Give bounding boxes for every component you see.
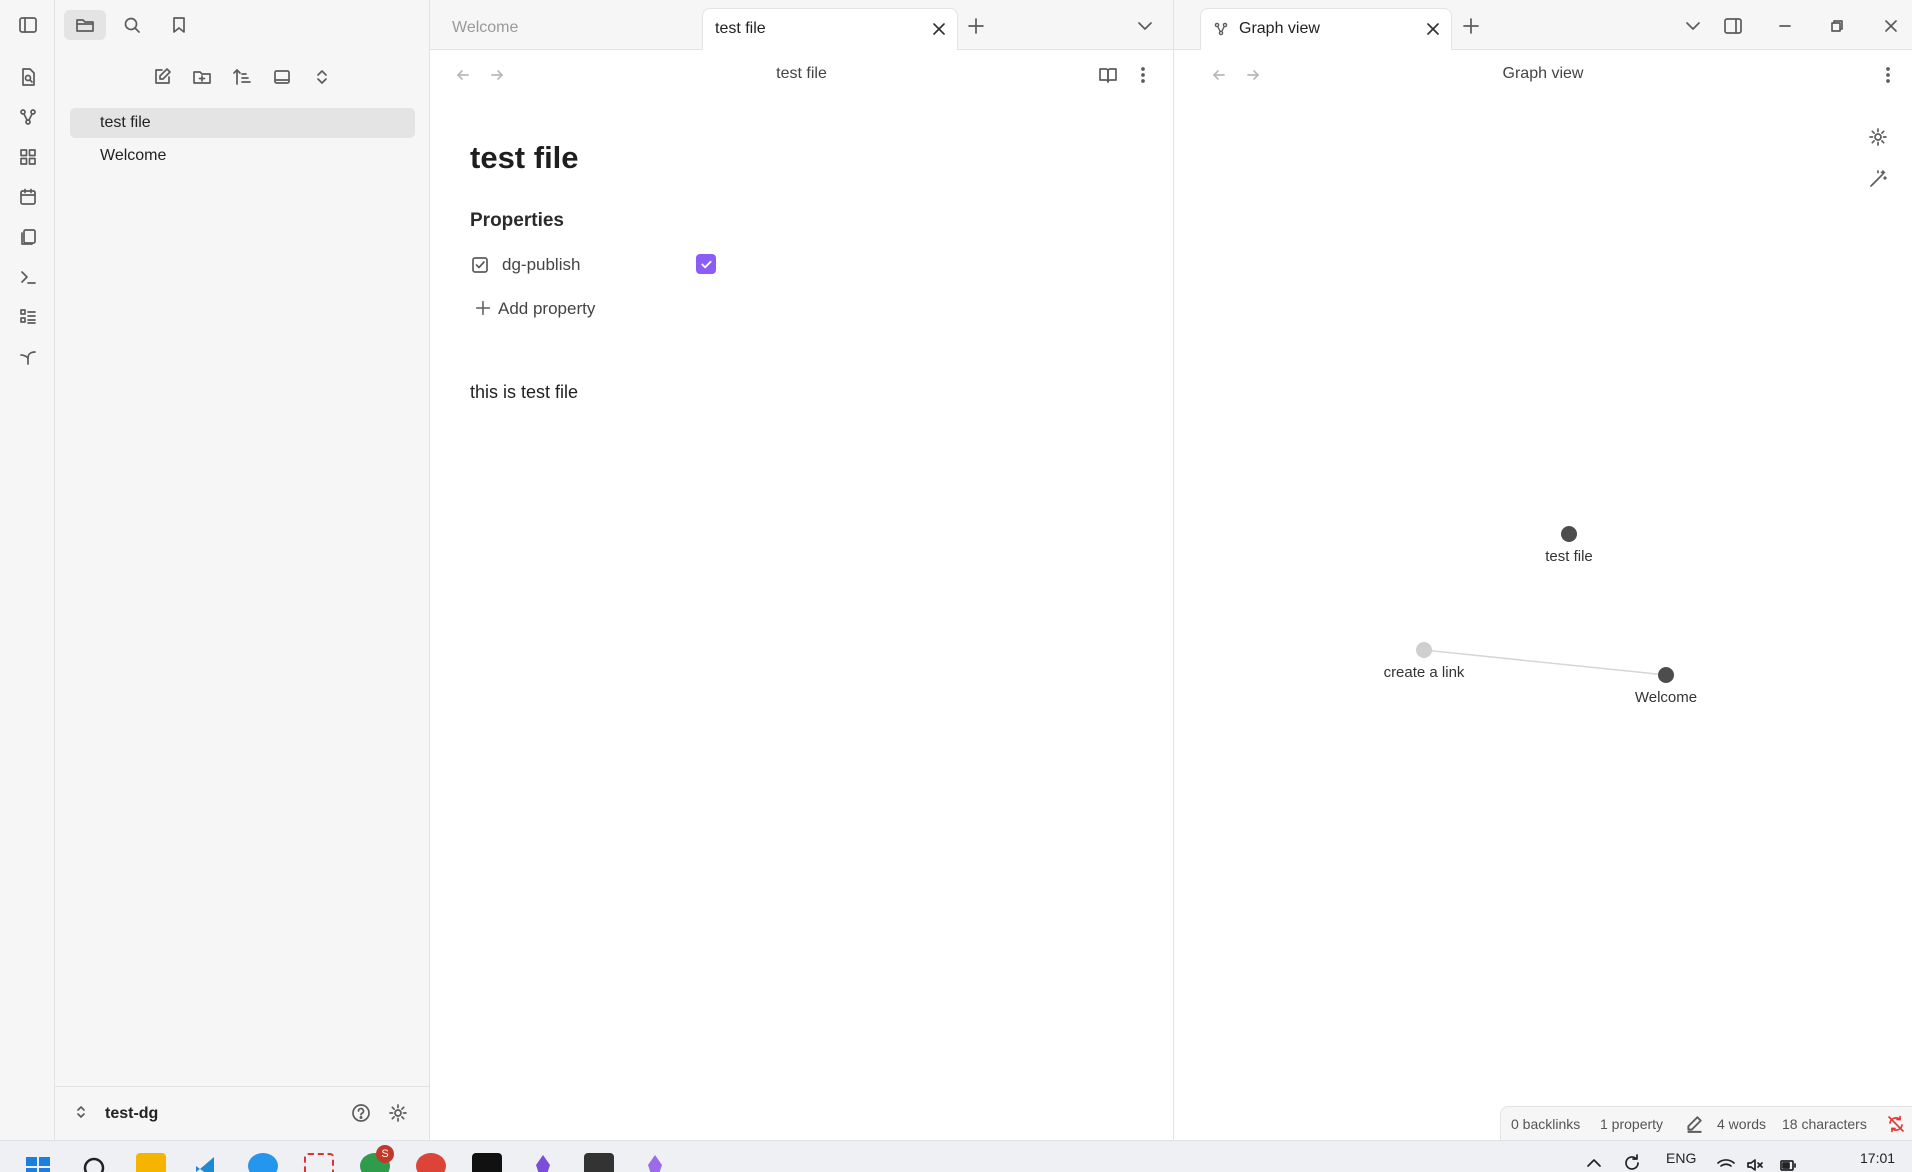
sync-error-icon[interactable] <box>1887 1115 1905 1133</box>
wifi-icon[interactable] <box>1716 1155 1736 1172</box>
show-hidden-icons-chevron-up-icon[interactable] <box>1584 1153 1604 1172</box>
bookmarks-icon[interactable] <box>158 10 200 40</box>
bases-list-icon[interactable] <box>15 304 41 330</box>
graph-view-icon[interactable] <box>15 104 41 130</box>
files-tab-folder-icon[interactable] <box>64 10 106 40</box>
tab-list-chevron-down-icon[interactable] <box>1134 15 1156 37</box>
terminal-taskbar-icon[interactable] <box>472 1153 502 1172</box>
properties-heading[interactable]: Properties <box>470 210 564 232</box>
console-taskbar-icon[interactable] <box>584 1153 614 1172</box>
graph-view-header: Graph view <box>1174 50 1912 98</box>
windows-start-icon[interactable] <box>25 1156 51 1172</box>
reading-mode-book-icon[interactable] <box>1097 64 1119 86</box>
graph-tab-icon <box>1213 21 1229 37</box>
graph-tab-bar: Graph view <box>1174 0 1912 50</box>
property-key[interactable]: dg-publish <box>502 255 580 275</box>
editor-view-header: test file <box>430 50 1173 98</box>
close-window-icon[interactable] <box>1880 15 1902 37</box>
view-header-title[interactable]: test file <box>430 65 1173 83</box>
new-tab-plus-icon[interactable] <box>1460 15 1482 37</box>
vscode-taskbar-icon[interactable] <box>192 1153 222 1172</box>
graph-node-welcome[interactable] <box>1658 667 1674 683</box>
docker-taskbar-icon[interactable] <box>248 1153 278 1172</box>
property-value-checkbox[interactable] <box>696 254 716 274</box>
close-tab-icon[interactable] <box>931 21 947 37</box>
new-note-icon[interactable] <box>147 62 177 92</box>
help-icon[interactable] <box>351 1103 371 1123</box>
status-bar: 0 backlinks 1 property 4 words 18 charac… <box>1500 1106 1912 1140</box>
toggle-left-sidebar-icon[interactable] <box>15 12 41 38</box>
chrome-taskbar-icon[interactable]: S <box>360 1145 394 1172</box>
toggle-right-sidebar-icon[interactable] <box>1722 15 1744 37</box>
view-header-title[interactable]: Graph view <box>1174 65 1912 83</box>
status-backlinks[interactable]: 0 backlinks <box>1511 1116 1580 1132</box>
graph-node-test-file[interactable] <box>1561 526 1577 542</box>
tab-label: Graph view <box>1239 20 1320 37</box>
obsidian-taskbar-icon[interactable] <box>528 1153 558 1172</box>
keyboard-language-indicator[interactable]: ENG <box>1666 1150 1696 1166</box>
file-item-test-file[interactable]: test file <box>70 108 415 138</box>
tab-list-chevron-down-icon[interactable] <box>1682 15 1704 37</box>
collapse-all-icon[interactable] <box>307 62 337 92</box>
ribbon <box>0 0 55 1140</box>
status-word-count: 4 words <box>1717 1116 1767 1132</box>
tab-label: test file <box>715 20 766 37</box>
vault-switcher-bar: test-dg <box>55 1086 430 1140</box>
vault-name[interactable]: test-dg <box>105 1105 158 1123</box>
snipping-tool-taskbar-icon[interactable] <box>304 1153 334 1172</box>
note-title[interactable]: test file <box>470 140 579 176</box>
checkbox-property-type-icon[interactable] <box>470 255 490 275</box>
tab-test-file[interactable]: test file <box>702 8 958 50</box>
settings-gear-icon[interactable] <box>388 1103 408 1123</box>
taskbar-search-icon[interactable] <box>80 1153 110 1172</box>
obsidian-second-taskbar-icon[interactable] <box>640 1153 670 1172</box>
graph-node-create-a-link[interactable] <box>1416 642 1432 658</box>
editor-pane: Welcome test file test file test file Pr… <box>430 0 1174 1140</box>
chrome-profile-badge: S <box>376 1145 394 1163</box>
chrome-second-profile-taskbar-icon[interactable] <box>416 1153 446 1172</box>
tab-welcome[interactable]: Welcome <box>440 8 700 50</box>
graph-node-label: create a link <box>1384 664 1465 681</box>
canvas-icon[interactable] <box>15 144 41 170</box>
note-body-text[interactable]: this is test file <box>470 382 578 403</box>
restore-window-icon[interactable] <box>1826 15 1848 37</box>
system-clock[interactable]: 17:01 <box>1860 1150 1895 1166</box>
property-row-dg-publish: dg-publish <box>470 250 1070 280</box>
vault-switch-chevrons-icon[interactable] <box>73 1104 89 1120</box>
graph-node-label: test file <box>1545 548 1593 565</box>
editing-mode-pencil-icon[interactable] <box>1685 1115 1703 1133</box>
sync-refresh-icon[interactable] <box>1622 1153 1642 1172</box>
more-options-icon[interactable] <box>1877 64 1899 86</box>
file-item-welcome[interactable]: Welcome <box>70 141 415 171</box>
editor-tab-bar: Welcome test file <box>430 0 1173 50</box>
battery-icon[interactable] <box>1778 1155 1798 1172</box>
close-tab-icon[interactable] <box>1425 21 1441 37</box>
file-explorer-taskbar-icon[interactable] <box>136 1153 166 1172</box>
daily-note-calendar-icon[interactable] <box>15 184 41 210</box>
open-quick-switcher-icon[interactable] <box>15 64 41 90</box>
minimize-window-icon[interactable] <box>1774 15 1796 37</box>
sort-order-icon[interactable] <box>227 62 257 92</box>
new-tab-plus-icon[interactable] <box>965 15 987 37</box>
new-folder-icon[interactable] <box>187 62 217 92</box>
file-explorer-sidebar: test file Welcome test-dg <box>55 0 430 1140</box>
windows-taskbar: S ENG 17:01 <box>0 1140 1912 1172</box>
publish-plugin-icon[interactable] <box>15 344 41 370</box>
volume-muted-icon[interactable] <box>1745 1155 1765 1172</box>
auto-reveal-icon[interactable] <box>267 62 297 92</box>
graph-pane: Graph view Graph view test file create a… <box>1174 0 1912 1140</box>
graph-node-label: Welcome <box>1635 689 1697 706</box>
tab-label: Welcome <box>452 19 519 36</box>
status-character-count: 18 characters <box>1782 1116 1867 1132</box>
graph-canvas[interactable]: test file create a link Welcome <box>1174 98 1912 1098</box>
templates-icon[interactable] <box>15 224 41 250</box>
command-palette-icon[interactable] <box>15 264 41 290</box>
tab-graph-view[interactable]: Graph view <box>1200 8 1452 50</box>
add-property-label: Add property <box>498 299 596 318</box>
more-options-icon[interactable] <box>1132 64 1154 86</box>
search-icon[interactable] <box>111 10 153 40</box>
status-properties[interactable]: 1 property <box>1600 1116 1663 1132</box>
file-explorer-actions <box>55 62 430 92</box>
